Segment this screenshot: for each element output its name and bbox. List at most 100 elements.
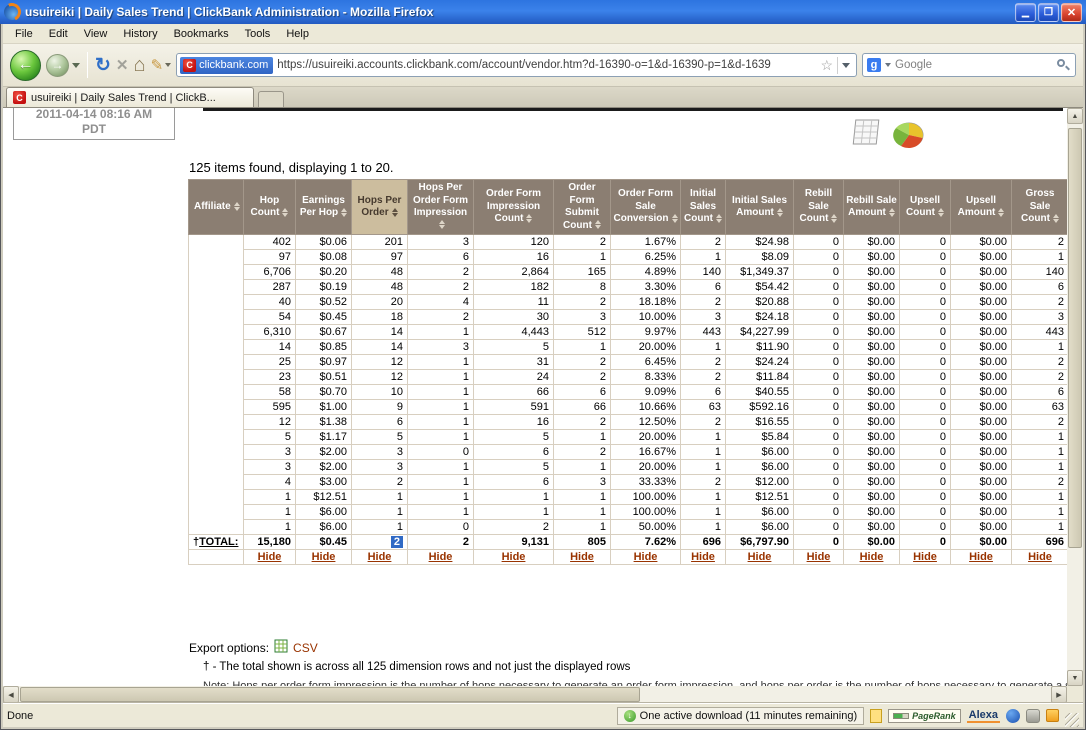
scroll-right-button[interactable] — [1051, 686, 1067, 703]
back-button[interactable] — [10, 50, 41, 81]
table-cell: 0 — [900, 520, 951, 535]
hide-column-link[interactable]: Hide — [312, 551, 336, 563]
scroll-left-button[interactable] — [3, 686, 19, 703]
download-status-panel[interactable]: One active download (11 minutes remainin… — [617, 707, 864, 725]
vertical-scroll-thumb[interactable] — [1068, 128, 1082, 548]
column-header[interactable]: Rebill Sale Count — [794, 180, 844, 235]
table-cell: 0 — [794, 505, 844, 520]
table-cell: 16.67% — [611, 445, 681, 460]
tab-daily-sales-trend[interactable]: usuireiki | Daily Sales Trend | ClickB..… — [6, 87, 254, 107]
hide-column-link[interactable]: Hide — [634, 551, 658, 563]
horizontal-scroll-thumb[interactable] — [20, 687, 640, 702]
hide-column-link[interactable]: Hide — [570, 551, 594, 563]
status-icon-gear[interactable] — [1026, 709, 1040, 723]
note-page-icon[interactable] — [870, 709, 882, 723]
pie-chart-view-icon[interactable] — [891, 120, 927, 157]
table-cell: 4,443 — [474, 325, 554, 340]
search-icon[interactable] — [1057, 59, 1070, 72]
table-cell: 2 — [681, 235, 726, 250]
edit-dropdown-icon[interactable] — [165, 63, 171, 67]
minimize-button[interactable] — [1015, 3, 1036, 22]
hide-column-link[interactable]: Hide — [748, 551, 772, 563]
menu-file[interactable]: File — [7, 25, 41, 43]
column-header[interactable]: Rebill Sale Amount — [844, 180, 900, 235]
url-input[interactable]: https://usuireiki.accounts.clickbank.com… — [277, 59, 816, 71]
table-row: 4$3.00216333.33%2$12.000$0.000$0.002 — [189, 475, 1068, 490]
menu-bookmarks[interactable]: Bookmarks — [166, 25, 237, 43]
menu-tools[interactable]: Tools — [237, 25, 279, 43]
table-cell: 595 — [244, 400, 296, 415]
tab-stub[interactable] — [258, 91, 284, 107]
resize-grip[interactable] — [1065, 713, 1079, 727]
table-cell: 1 — [474, 490, 554, 505]
alexa-widget[interactable]: Alexa — [967, 709, 1000, 723]
refresh-button[interactable] — [95, 56, 111, 75]
maximize-button[interactable] — [1038, 3, 1059, 22]
table-cell: 25 — [244, 355, 296, 370]
menu-help[interactable]: Help — [278, 25, 317, 43]
hide-column-link[interactable]: Hide — [691, 551, 715, 563]
stop-button[interactable] — [116, 56, 129, 74]
status-icon-orange[interactable] — [1046, 709, 1059, 722]
hide-column-link[interactable]: Hide — [368, 551, 392, 563]
hide-column-link[interactable]: Hide — [258, 551, 282, 563]
table-cell: 2 — [681, 370, 726, 385]
hide-column-link[interactable]: Hide — [429, 551, 453, 563]
column-header[interactable]: Upsell Amount — [951, 180, 1012, 235]
search-input[interactable]: Google — [895, 59, 1053, 71]
table-cell: 1 — [244, 520, 296, 535]
edit-pencil-icon[interactable] — [151, 56, 164, 74]
column-header[interactable]: Initial Sales Amount — [726, 180, 794, 235]
hide-column-link[interactable]: Hide — [969, 551, 993, 563]
hide-column-link[interactable]: Hide — [860, 551, 884, 563]
status-icon-blue[interactable] — [1006, 709, 1020, 723]
column-header[interactable]: Order Form Submit Count — [554, 180, 611, 235]
table-cell: $0.85 — [296, 340, 352, 355]
tab-title: usuireiki | Daily Sales Trend | ClickB..… — [31, 92, 216, 104]
scroll-down-button[interactable] — [1067, 670, 1083, 686]
table-cell: 1 — [1012, 520, 1068, 535]
column-header[interactable]: Hop Count — [244, 180, 296, 235]
hide-column-link[interactable]: Hide — [913, 551, 937, 563]
close-button[interactable] — [1061, 3, 1082, 22]
column-header[interactable]: Gross Sale Count — [1012, 180, 1068, 235]
table-cell: 4 — [408, 295, 474, 310]
column-header[interactable]: Hops Per Order — [352, 180, 408, 235]
hide-column-link[interactable]: Hide — [502, 551, 526, 563]
search-engine-dropdown-icon[interactable] — [885, 63, 891, 67]
total-label[interactable]: †TOTAL: — [189, 535, 244, 550]
items-found-text: 125 items found, displaying 1 to 20. — [189, 160, 394, 175]
table-row: 14$0.851435120.00%1$11.900$0.000$0.001 — [189, 340, 1068, 355]
table-cell: $1,349.37 — [726, 265, 794, 280]
column-header[interactable]: Order Form Impression Count — [474, 180, 554, 235]
menu-view[interactable]: View — [76, 25, 116, 43]
total-cell: 15,180 — [244, 535, 296, 550]
hide-column-link[interactable]: Hide — [807, 551, 831, 563]
scroll-up-button[interactable] — [1067, 108, 1083, 124]
column-header[interactable]: Order Form Sale Conversion — [611, 180, 681, 235]
bookmark-star-icon[interactable] — [820, 58, 833, 72]
column-header[interactable]: Upsell Count — [900, 180, 951, 235]
csv-export-link[interactable]: CSV — [293, 641, 318, 655]
column-header[interactable]: Initial Sales Count — [681, 180, 726, 235]
url-history-dropdown-icon[interactable] — [837, 57, 854, 74]
column-header[interactable]: Earnings Per Hop — [296, 180, 352, 235]
table-cell: 50.00% — [611, 520, 681, 535]
spreadsheet-view-icon[interactable] — [851, 118, 881, 151]
search-bar[interactable]: Google — [862, 53, 1076, 77]
site-identity-chip[interactable]: clickbank.com — [180, 57, 273, 74]
column-header[interactable]: Hops Per Order Form Impression — [408, 180, 474, 235]
forward-button[interactable] — [46, 54, 69, 77]
column-header[interactable]: Affiliate — [189, 180, 244, 235]
home-button[interactable] — [134, 55, 146, 75]
url-bar[interactable]: clickbank.com https://usuireiki.accounts… — [176, 53, 857, 77]
table-cell: 0 — [900, 295, 951, 310]
menu-edit[interactable]: Edit — [41, 25, 76, 43]
pagerank-widget[interactable]: PageRank — [888, 709, 961, 723]
horizontal-scrollbar[interactable] — [3, 686, 1067, 703]
hide-column-link[interactable]: Hide — [1028, 551, 1052, 563]
table-cell: 1 — [408, 325, 474, 340]
menu-history[interactable]: History — [115, 25, 165, 43]
vertical-scrollbar[interactable] — [1067, 108, 1083, 686]
history-dropdown-icon[interactable] — [72, 63, 80, 68]
